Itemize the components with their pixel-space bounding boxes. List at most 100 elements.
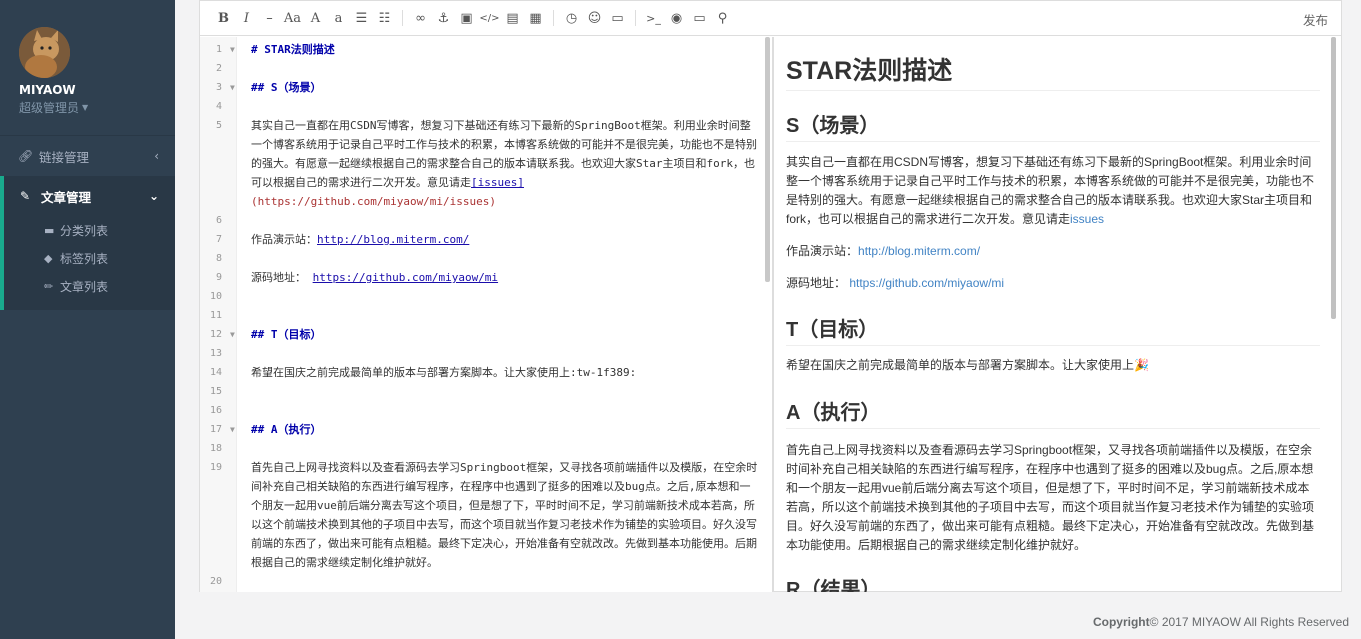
user-role[interactable]: 超级管理员 ▼: [19, 99, 175, 116]
heading-icon[interactable]: Aa: [281, 6, 304, 30]
preview-paragraph-t: 希望在国庆之前完成最简单的版本与部署方案脚本。让大家使用上🎉: [786, 356, 1320, 375]
preview-paragraph-a: 首先自己上网寻找资料以及查看源码去学习Springboot框架，又寻找各项前端插…: [786, 443, 1315, 552]
folder-icon: ▬: [44, 223, 55, 237]
preview-heading-t: T（目标）: [786, 313, 1320, 346]
line-number: 2: [215, 63, 222, 74]
user-name[interactable]: MIYAOW: [19, 83, 175, 97]
code-text: # STAR法则描述: [251, 43, 335, 56]
preview-source-label: 源码地址：: [786, 276, 850, 290]
sidebar: MIYAOW 超级管理员 ▼ 🔗︎ 链接管理 ‹ ✎ 文章管理 ⌄ ▬ 分类列表…: [0, 0, 175, 639]
profile: MIYAOW 超级管理员 ▼: [0, 0, 175, 127]
line-number: 13: [209, 348, 222, 359]
anchor-icon[interactable]: ⚓︎: [432, 6, 455, 30]
preview-heading-r: R（结果）: [786, 573, 1320, 592]
line-number: 3: [215, 82, 222, 93]
link-icon[interactable]: ∞: [409, 6, 432, 30]
fold-arrow-icon[interactable]: ▼: [230, 40, 235, 59]
chevron-down-icon: ⌄: [148, 189, 159, 203]
sub-item-categories[interactable]: ▬ 分类列表: [4, 216, 175, 244]
pagebreak-icon[interactable]: >_: [642, 6, 665, 30]
datetime-icon[interactable]: ◷: [560, 6, 583, 30]
line-number: 19: [209, 462, 222, 473]
code-pane[interactable]: 1 ▼ # STAR法则描述 2 3 ▼ ## S（场景） 4 5 其实自己一直…: [200, 37, 772, 592]
publish-button[interactable]: 发布: [1303, 10, 1328, 29]
footer: Copyright© 2017 MIYAOW All Rights Reserv…: [1093, 615, 1349, 629]
code-text: 源码地址： https://github.com/miyaow/mi: [251, 268, 759, 287]
unordered-list-icon[interactable]: ☰: [350, 6, 373, 30]
nav-item-label: 文章管理: [41, 189, 92, 205]
preview-demo-line: 作品演示站：http://blog.miterm.com/: [786, 242, 1320, 261]
chevron-left-icon: ‹: [154, 149, 159, 163]
fold-arrow-icon[interactable]: ▼: [230, 325, 235, 344]
line-number: 12: [209, 329, 222, 340]
pencil-icon: ✏︎: [44, 279, 54, 293]
nav-item-links[interactable]: 🔗︎ 链接管理 ‹: [0, 136, 175, 176]
preview-pane: STAR法则描述 S（场景） 其实自己一直都在用CSDN写博客，想复习下基础还有…: [774, 37, 1340, 592]
nav-group-articles: ✎ 文章管理 ⌄ ▬ 分类列表 ◆ 标签列表 ✏︎ 文章列表: [0, 176, 175, 310]
sub-item-label: 分类列表: [60, 223, 109, 238]
preview-heading-s: S（场景）: [786, 109, 1320, 142]
preview-source-link[interactable]: https://github.com/miyaow/mi: [849, 276, 1004, 290]
source-link[interactable]: https://github.com/miyaow/mi: [313, 271, 498, 284]
preview-icon[interactable]: ▭: [688, 6, 711, 30]
preview-demo-label: 作品演示站：: [786, 244, 859, 258]
ordered-list-icon[interactable]: ☷: [373, 6, 396, 30]
line-number: 4: [215, 101, 222, 112]
uppercase-icon[interactable]: A: [304, 6, 327, 30]
emoji-icon[interactable]: ☺: [583, 6, 606, 30]
line-number: 6: [215, 215, 222, 226]
code-block-icon[interactable]: ▤: [501, 6, 524, 30]
nav-item-articles[interactable]: ✎ 文章管理 ⌄: [4, 176, 175, 216]
avatar[interactable]: [19, 27, 70, 78]
search-icon[interactable]: ⚲: [711, 6, 734, 30]
toolbar-divider: [635, 10, 636, 26]
strikethrough-icon[interactable]: –: [258, 6, 281, 30]
watch-icon[interactable]: ◉: [665, 6, 688, 30]
demo-link[interactable]: http://blog.miterm.com/: [317, 233, 469, 246]
editor-toolbar: B I – Aa A a ☰ ☷ ∞ ⚓︎ ▣ </> ▤ ▦ ◷ ☺ ▭ >_…: [200, 1, 1341, 36]
code-icon[interactable]: </>: [478, 6, 501, 30]
preview-paragraph-t-text: 希望在国庆之前完成最简单的版本与部署方案脚本。让大家使用上: [786, 358, 1135, 372]
code-text: 首先自己上网寻找资料以及查看源码去学习Springboot框架，又寻找各项前端插…: [251, 461, 758, 569]
issues-link[interactable]: [issues]: [471, 176, 524, 189]
caret-down-icon: ▼: [82, 103, 89, 112]
toolbar-divider: [402, 10, 403, 26]
line-number: 7: [215, 234, 222, 245]
line-number: 16: [209, 405, 222, 416]
sub-item-label: 文章列表: [60, 279, 109, 294]
preview-heading-a: A（执行）: [786, 396, 1320, 429]
line-number: 14: [209, 367, 222, 378]
preview-paragraph-s: 其实自己一直都在用CSDN写博客，想复习下基础还有练习下最新的SpringBoo…: [786, 153, 1320, 229]
line-number: 8: [215, 253, 222, 264]
italic-icon[interactable]: I: [235, 6, 258, 30]
lowercase-icon[interactable]: a: [327, 6, 350, 30]
footer-copyright: Copyright: [1092, 615, 1150, 629]
image-icon[interactable]: ▣: [455, 6, 478, 30]
table-icon[interactable]: ▦: [524, 6, 547, 30]
code-text: ## T（目标）: [251, 328, 322, 341]
line-number: 20: [209, 576, 222, 587]
preview-demo-link[interactable]: http://blog.miterm.com/: [858, 244, 980, 258]
sub-item-articles[interactable]: ✏︎ 文章列表: [4, 272, 175, 300]
preview-scrollbar[interactable]: [1331, 37, 1336, 319]
html-entities-icon[interactable]: ▭: [606, 6, 629, 30]
preview-title: STAR法则描述: [786, 51, 1320, 91]
party-popper-icon: 🎉: [1134, 358, 1149, 372]
issues-url: (https://github.com/miyaow/mi/issues): [251, 195, 497, 208]
edit-icon: ✎: [20, 189, 31, 203]
fold-arrow-icon[interactable]: ▼: [230, 420, 235, 439]
sub-item-tags[interactable]: ◆ 标签列表: [4, 244, 175, 272]
footer-text: © 2017 MIYAOW All Rights Reserved: [1149, 615, 1349, 629]
line-number: 15: [209, 386, 222, 397]
bold-icon[interactable]: B: [212, 6, 235, 30]
line-number: 1: [215, 44, 222, 55]
fold-arrow-icon[interactable]: ▼: [230, 78, 235, 97]
link-icon: 🔗︎: [18, 149, 34, 163]
user-role-label: 超级管理员: [19, 101, 80, 115]
markdown-editor: B I – Aa A a ☰ ☷ ∞ ⚓︎ ▣ </> ▤ ▦ ◷ ☺ ▭ >_…: [199, 0, 1342, 592]
preview-issues-link[interactable]: issues: [1070, 212, 1104, 226]
code-scrollbar[interactable]: [765, 37, 770, 282]
toolbar-divider: [553, 10, 554, 26]
line-number: 9: [215, 272, 222, 283]
preview-paragraph-s-text: 其实自己一直都在用CSDN写博客，想复习下基础还有练习下最新的SpringBoo…: [786, 155, 1315, 226]
